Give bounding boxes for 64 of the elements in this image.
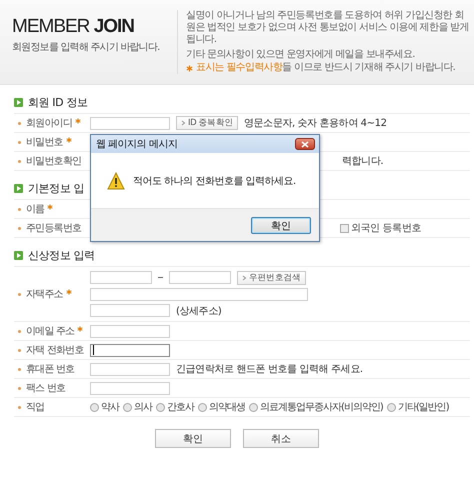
field-label: 휴대폰 번호 <box>26 363 74 376</box>
field-label: 이름 <box>26 203 44 216</box>
input-field[interactable] <box>90 382 170 394</box>
required-highlight: 표시는 필수입력사항 <box>196 62 282 74</box>
close-button[interactable] <box>295 138 315 150</box>
checkbox[interactable] <box>340 224 349 232</box>
input-field[interactable] <box>90 116 170 130</box>
arrow-square-icon <box>14 250 23 260</box>
radio-label: 의약대생 <box>209 401 245 414</box>
radio-button[interactable] <box>386 402 396 412</box>
input-field[interactable] <box>90 344 170 356</box>
asterisk-icon <box>186 64 193 72</box>
required-note: 들 이므로 반드시 기재해 주시기 바랍니다. <box>282 62 456 74</box>
field-label: 팩스 번호 <box>26 382 66 395</box>
section-title: 기본정보 입 <box>28 180 84 196</box>
field-label: 비밀번호확인 <box>26 155 82 168</box>
input-field[interactable] <box>90 362 170 376</box>
radio-label: 기타(일반인) <box>398 401 449 414</box>
radio-button[interactable] <box>123 402 132 412</box>
radio-label: 약사 <box>101 401 119 414</box>
ok-button[interactable]: 확인 <box>251 216 311 234</box>
checkbox-label: 외국인 등록번호 <box>351 222 421 235</box>
radio-label: 의료계통업무종사자(비의약인) <box>260 401 383 414</box>
radio-button[interactable] <box>156 402 165 412</box>
arrow-square-icon <box>14 98 23 106</box>
field-label: 자택주소 <box>26 288 63 301</box>
page-subtitle: 회원정보를 입력해 주시기 바랍니다. <box>12 41 161 54</box>
small-button[interactable]: ID 중복확인 <box>176 116 238 130</box>
input-field[interactable] <box>90 304 170 317</box>
field-label: 자택 전화번호 <box>26 344 84 357</box>
section-title: 신상정보 입력 <box>28 248 95 262</box>
hint-text: 긴급연락처로 핸드폰 번호를 입력해 주세요. <box>176 363 363 376</box>
warning-icon <box>107 172 125 190</box>
dialog-title: 웹 페이지의 메시지 <box>96 138 178 151</box>
input-field[interactable] <box>169 271 231 284</box>
dialog-message: 적어도 하나의 전화번호를 입력하세요. <box>133 174 296 188</box>
chevron-icon <box>181 120 186 126</box>
field-label: 비밀번호 <box>26 136 63 149</box>
form-button[interactable]: 취소 <box>243 429 319 448</box>
arrow-square-icon <box>14 184 23 192</box>
input-field[interactable] <box>90 324 170 338</box>
field-label: 이메일 주소 <box>26 325 74 338</box>
hint-text: 영문소문자, 숫자 혼용하여 4~12 <box>244 117 387 130</box>
hint-text: 력합니다. <box>342 155 384 168</box>
input-field[interactable] <box>90 288 308 300</box>
section-title: 회원 ID 정보 <box>28 94 88 110</box>
close-icon <box>301 140 309 148</box>
input-field[interactable] <box>90 271 152 284</box>
page-title: MEMBER JOIN <box>12 16 134 38</box>
radio-label: 간호사 <box>167 401 194 414</box>
radio-button[interactable] <box>90 402 99 412</box>
radio-button[interactable] <box>249 402 258 412</box>
small-button[interactable]: 우편번호검색 <box>237 270 306 284</box>
dash-icon <box>158 277 163 278</box>
radio-label: 의사 <box>134 401 152 414</box>
notice-text: 실명이 아니거나 남의 주민등록번호를 도용하여 허위 가입신청한 회원은 법적인 보호가 없으며 사전 통보없이 서비스 이용에 제한을 받게 됩니다. <box>186 10 470 46</box>
form-button[interactable]: 확인 <box>155 429 231 448</box>
hint-text: (상세주소) <box>176 304 222 318</box>
chevron-icon <box>242 274 247 280</box>
radio-button[interactable] <box>198 402 207 412</box>
contact-text: 기타 문의사항이 있으면 운영자에게 메일을 보내주세요. <box>186 49 416 61</box>
field-label: 직업 <box>26 401 44 414</box>
field-label: 주민등록번호 <box>26 222 82 235</box>
field-label: 회원아이디 <box>26 117 72 130</box>
